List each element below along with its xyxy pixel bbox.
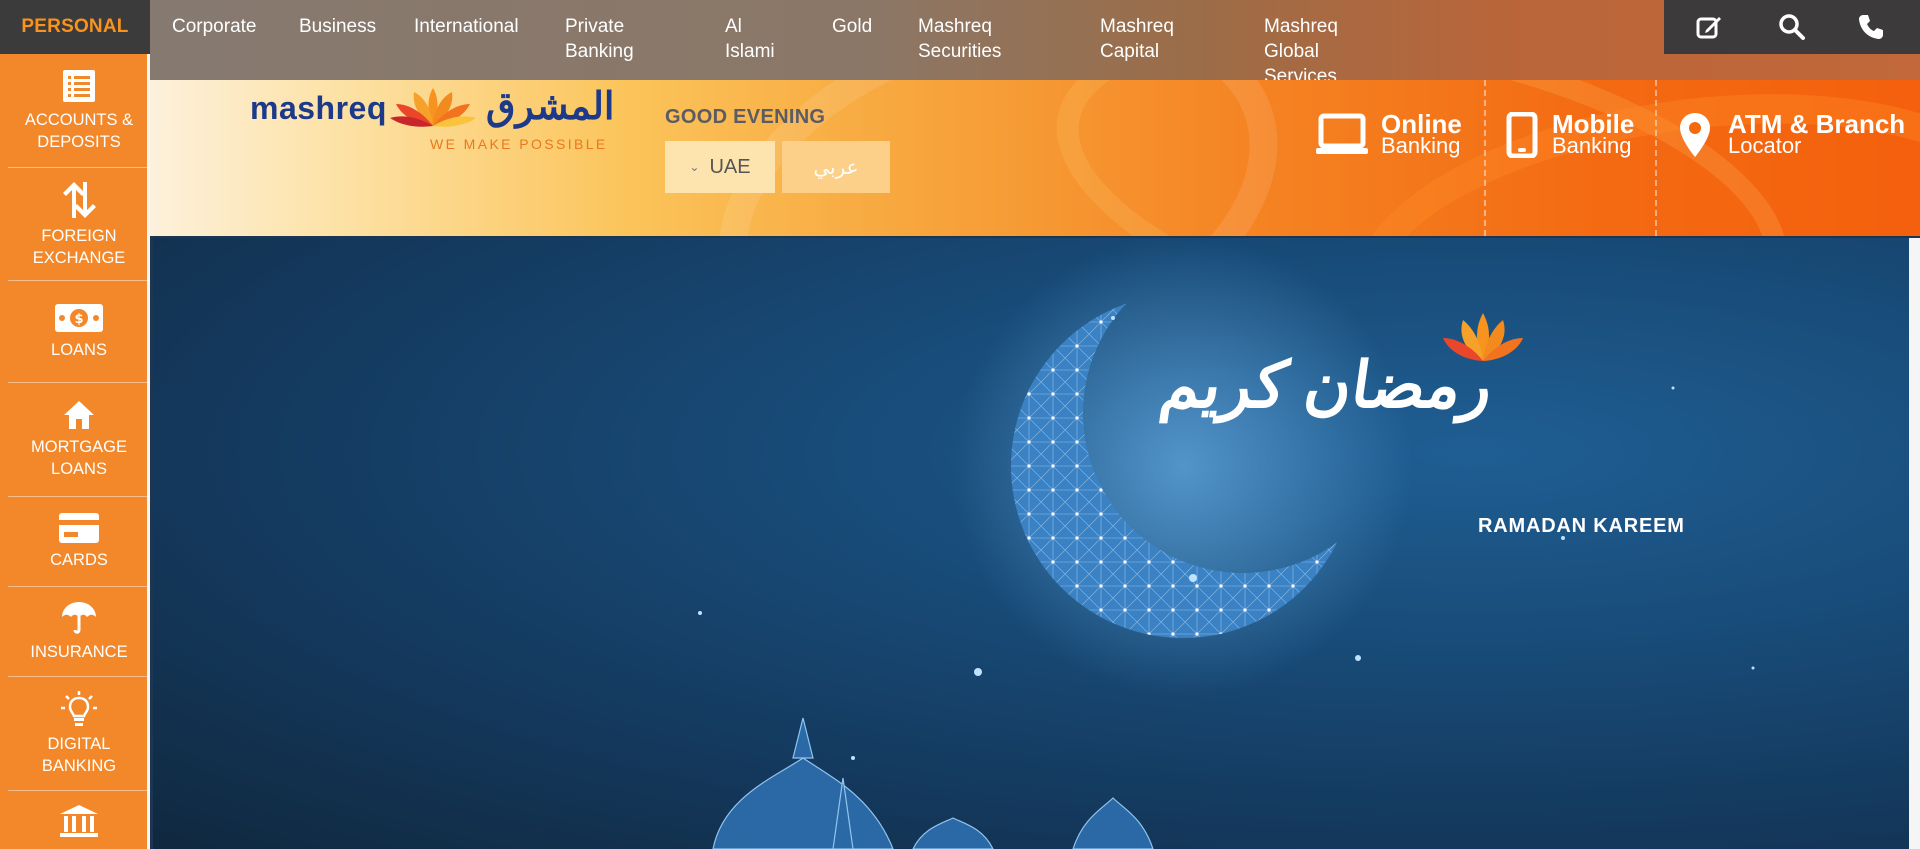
mobile-banking-link[interactable]: Mobile Banking xyxy=(1506,100,1634,170)
hero-title-arabic: رمضان كريم xyxy=(1156,349,1498,421)
top-navigation-bar: PERSONAL Corporate Business Internationa… xyxy=(0,0,1920,87)
sidebar-item-label: INSURANCE xyxy=(30,643,128,661)
logo-tagline: WE MAKE POSSIBLE xyxy=(430,136,608,152)
banknote-icon: $ xyxy=(55,304,103,332)
phone-icon xyxy=(1859,15,1883,39)
nav-business[interactable]: Business xyxy=(299,14,376,39)
product-sidebar: ACCOUNTS & DEPOSITS FOREIGN EXCHANGE $ L… xyxy=(0,54,150,849)
svg-text:$: $ xyxy=(74,312,83,327)
sidebar-item-label: DIGITAL BANKING xyxy=(41,735,117,775)
sidebar-item-cards[interactable]: CARDS xyxy=(8,497,150,587)
logo-text-en: mashreq xyxy=(250,90,387,126)
logo-text-ar: المشرق xyxy=(486,86,615,128)
home-icon xyxy=(64,401,94,429)
language-toggle-button[interactable]: عربي xyxy=(782,141,890,193)
online-banking-label: Online xyxy=(1381,109,1462,139)
exchange-arrows-icon xyxy=(63,181,96,218)
mashreq-logo[interactable]: mashreq المشرق WE MAKE POSSIBLE xyxy=(250,84,650,164)
accounts-list-icon xyxy=(63,70,95,102)
sidebar-item-label: CARDS xyxy=(50,551,108,569)
page-edge xyxy=(1909,238,1920,849)
brand-header: mashreq المشرق WE MAKE POSSIBLE GOOD EVE… xyxy=(150,80,1920,236)
lightbulb-icon xyxy=(61,691,97,726)
header-divider xyxy=(1655,80,1657,236)
location-pin-icon xyxy=(1680,113,1710,157)
header-divider xyxy=(1484,80,1486,236)
sidebar-item-digital-banking[interactable]: DIGITAL BANKING xyxy=(8,677,150,791)
search-button[interactable] xyxy=(1757,0,1827,54)
sidebar-item-label: ACCOUNTS & DEPOSITS xyxy=(24,111,134,151)
atm-branch-locator-link[interactable]: ATM & Branch Locator xyxy=(1678,100,1905,170)
nav-international[interactable]: International xyxy=(414,14,519,39)
nav-mashreq-capital[interactable]: Mashreq Capital xyxy=(1100,14,1174,64)
bank-building-icon xyxy=(60,805,98,837)
sidebar-item-branch[interactable] xyxy=(8,791,150,849)
online-banking-sublabel: Banking xyxy=(1381,133,1461,158)
sunflower-logo-icon xyxy=(390,88,476,127)
nav-mashreq-securities[interactable]: Mashreq Securities xyxy=(918,14,1001,64)
mobile-banking-sublabel: Banking xyxy=(1552,133,1632,158)
sidebar-item-label: FOREIGN EXCHANGE xyxy=(32,226,126,267)
sidebar-item-loans[interactable]: $ LOANS xyxy=(8,281,150,383)
online-banking-link[interactable]: Online Banking xyxy=(1315,100,1462,170)
call-button[interactable] xyxy=(1836,0,1906,54)
laptop-icon xyxy=(1316,113,1368,154)
edit-icon xyxy=(1696,17,1721,39)
mobile-icon xyxy=(1506,112,1538,158)
nav-private-banking[interactable]: Private Banking xyxy=(565,14,634,64)
utility-tools xyxy=(1664,0,1920,54)
tab-personal[interactable]: PERSONAL xyxy=(0,0,150,54)
greeting-text: GOOD EVENING xyxy=(665,106,826,128)
nav-mashreq-global-services[interactable]: Mashreq Global Services xyxy=(1264,14,1338,89)
crescent-moon-illustration xyxy=(153,238,1909,849)
chevron-down-icon: ⌄ xyxy=(689,160,700,174)
sidebar-item-insurance[interactable]: INSURANCE xyxy=(8,587,150,677)
credit-card-icon xyxy=(59,513,99,543)
hero-subtitle: RAMADAN KAREEM xyxy=(1478,515,1685,537)
atm-branch-label: ATM & Branch xyxy=(1728,109,1906,139)
sidebar-item-foreign-exchange[interactable]: FOREIGN EXCHANGE xyxy=(8,168,150,281)
edit-button[interactable] xyxy=(1674,0,1744,54)
sidebar-item-label: LOANS xyxy=(51,341,107,359)
hero-banner[interactable]: رمضان كريم RAMADAN KAREEM xyxy=(153,238,1909,849)
nav-al-islami[interactable]: Al Islami xyxy=(725,14,775,64)
mobile-banking-label: Mobile xyxy=(1552,109,1635,139)
search-icon xyxy=(1779,14,1805,40)
sidebar-item-label: MORTGAGE LOANS xyxy=(31,438,127,478)
country-select[interactable]: ⌄ UAE xyxy=(665,141,775,193)
sidebar-item-accounts-deposits[interactable]: ACCOUNTS & DEPOSITS xyxy=(8,54,150,168)
country-select-value: UAE xyxy=(709,155,751,178)
nav-gold[interactable]: Gold xyxy=(832,14,872,39)
nav-corporate[interactable]: Corporate xyxy=(172,14,257,39)
sidebar-item-mortgage-loans[interactable]: MORTGAGE LOANS xyxy=(8,383,150,497)
umbrella-icon xyxy=(62,602,96,634)
